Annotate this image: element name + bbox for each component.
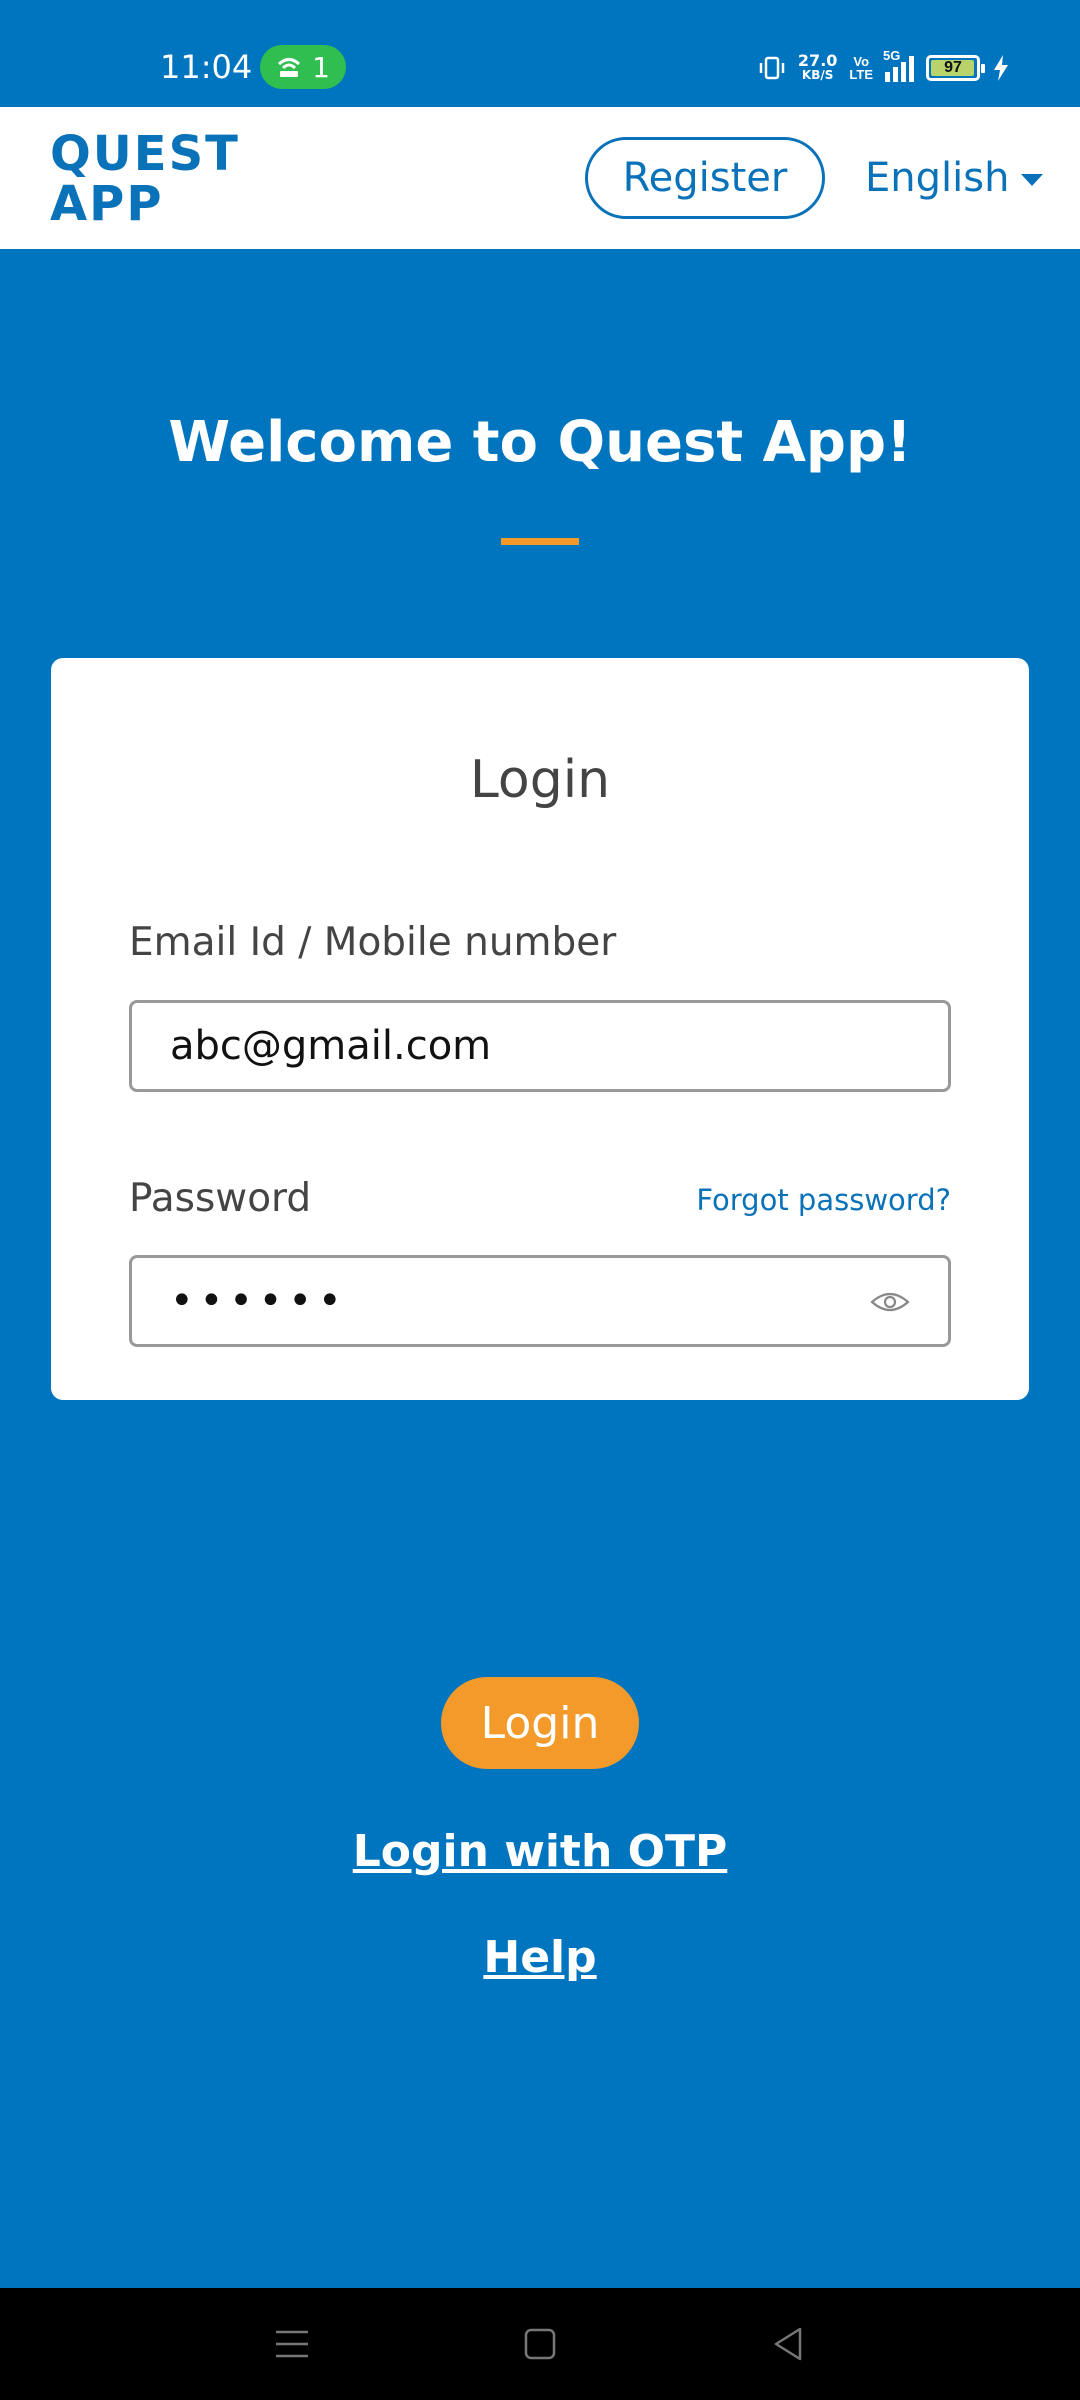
battery-icon: 97: [926, 55, 985, 81]
accent-divider: [501, 538, 579, 545]
login-button[interactable]: Login: [441, 1677, 639, 1769]
app-logo: QUEST APP: [50, 129, 240, 229]
welcome-title: Welcome to Quest App!: [168, 410, 912, 475]
forgot-password-link[interactable]: Forgot password?: [696, 1183, 951, 1217]
login-card: Login Email Id / Mobile number abc@gmail…: [51, 658, 1029, 1400]
net-speed: 27.0 KB/S: [798, 53, 837, 83]
volte-indicator: Vo LTE: [849, 55, 873, 81]
net-speed-value: 27.0: [797, 51, 838, 70]
language-label: English: [865, 155, 1010, 201]
network-type: 5G: [883, 48, 901, 63]
chevron-down-icon: [1021, 174, 1044, 186]
home-icon[interactable]: [520, 2324, 560, 2364]
logo-line-2: APP: [50, 176, 164, 232]
email-value: abc@gmail.com: [170, 1023, 492, 1069]
status-icons: 27.0 KB/S Vo LTE 5G 97: [758, 48, 1010, 88]
eye-icon[interactable]: [870, 1288, 910, 1316]
status-bar: 11:04 1 27.0 KB/S Vo LTE 5G 97: [0, 0, 1080, 107]
hotspot-icon: [278, 58, 301, 77]
password-value: ••••••: [170, 1278, 348, 1324]
help-link[interactable]: Help: [0, 1932, 1080, 1983]
language-select[interactable]: English: [865, 137, 1044, 219]
login-card-title: Login: [469, 750, 611, 810]
register-button[interactable]: Register: [585, 137, 825, 219]
hotspot-count: 1: [312, 50, 330, 84]
net-speed-unit: KB/S: [801, 68, 834, 82]
hotspot-indicator[interactable]: 1: [260, 45, 346, 89]
vibrate-icon: [759, 56, 785, 80]
signal-icon: 5G: [883, 48, 914, 82]
app-header: QUEST APP Register English: [0, 107, 1080, 249]
back-icon[interactable]: [768, 2324, 808, 2364]
menu-icon[interactable]: [272, 2324, 312, 2364]
login-with-otp-link[interactable]: Login with OTP: [0, 1826, 1080, 1877]
logo-line-1: QUEST: [50, 126, 240, 182]
email-label: Email Id / Mobile number: [129, 920, 617, 965]
volte-bottom: LTE: [849, 67, 873, 82]
battery-level: 97: [944, 59, 962, 76]
email-field[interactable]: abc@gmail.com: [129, 1000, 951, 1092]
status-time: 11:04: [160, 48, 253, 86]
password-label: Password: [129, 1176, 312, 1221]
password-field[interactable]: ••••••: [129, 1255, 951, 1347]
system-nav-bar: [0, 2288, 1080, 2400]
charging-icon: [994, 55, 1008, 81]
